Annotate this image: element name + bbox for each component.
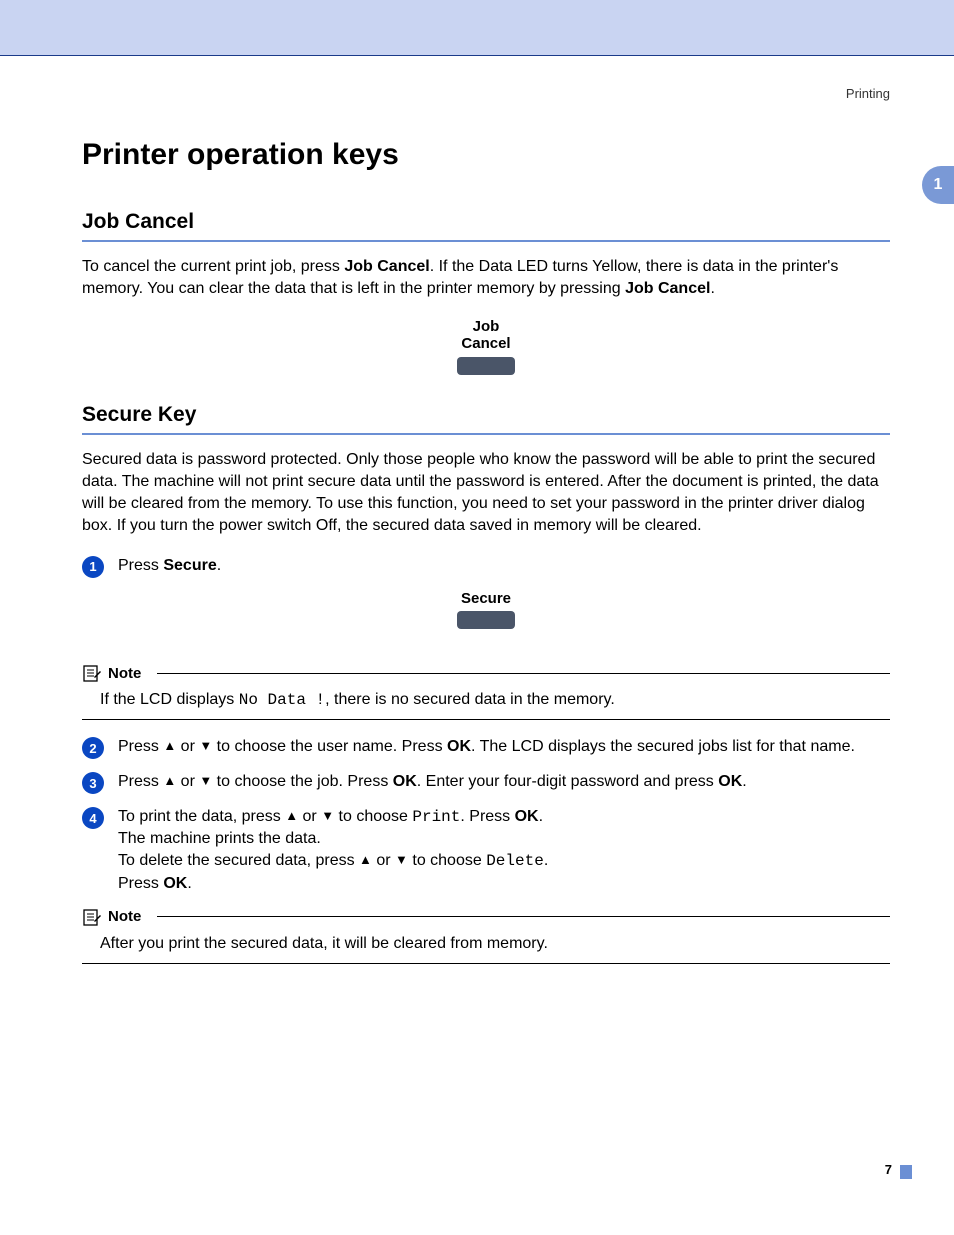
page-content: Printer operation keys Job Cancel To can… <box>0 138 954 964</box>
text-bold: Job Cancel <box>344 258 429 275</box>
step-body: To print the data, press ▲ or ▼ to choos… <box>118 806 890 894</box>
text: to choose <box>334 808 412 825</box>
text: The machine prints the data. <box>118 830 321 847</box>
note-icon <box>82 907 102 927</box>
key-label: Job Cancel <box>82 318 890 353</box>
text: . <box>187 875 191 892</box>
text: . <box>539 808 543 825</box>
note-rule <box>157 916 890 917</box>
text: . Press <box>460 808 514 825</box>
text-bold: OK <box>447 738 471 755</box>
text-bold: OK <box>515 808 539 825</box>
text-bold: Secure <box>163 557 216 574</box>
step-number-badge: 3 <box>82 772 104 794</box>
page-number-accent <box>900 1165 912 1179</box>
page-title: Printer operation keys <box>82 138 890 172</box>
up-arrow-icon: ▲ <box>285 808 298 823</box>
text: . <box>544 852 548 869</box>
down-arrow-icon: ▼ <box>199 738 212 753</box>
text: Press <box>118 773 163 790</box>
heading-job-cancel: Job Cancel <box>82 210 890 234</box>
down-arrow-icon: ▼ <box>395 852 408 867</box>
note-header: Note <box>82 663 890 683</box>
text: . <box>742 773 746 790</box>
step-number-badge: 2 <box>82 737 104 759</box>
section-header-label: Printing <box>846 86 890 101</box>
down-arrow-icon: ▼ <box>321 808 334 823</box>
text: If the LCD displays <box>100 691 239 708</box>
text-bold: OK <box>718 773 742 790</box>
step-1: 1 Press Secure. <box>82 555 890 578</box>
note-block-2: Note After you print the secured data, i… <box>82 907 890 964</box>
text-bold: OK <box>163 875 187 892</box>
text: or <box>176 738 199 755</box>
heading-rule <box>82 240 890 242</box>
step-body: Press ▲ or ▼ to choose the job. Press OK… <box>118 771 890 793</box>
text: Press <box>118 875 163 892</box>
step-2: 2 Press ▲ or ▼ to choose the user name. … <box>82 736 890 759</box>
up-arrow-icon: ▲ <box>359 852 372 867</box>
text-bold: Job Cancel <box>625 280 710 297</box>
text: Press <box>118 557 163 574</box>
text: To print the data, press <box>118 808 285 825</box>
text: . <box>217 557 221 574</box>
text: To delete the secured data, press <box>118 852 359 869</box>
key-button-graphic <box>457 611 515 629</box>
secure-key-figure: Secure <box>82 590 890 629</box>
note-title: Note <box>108 665 141 682</box>
secure-key-intro: Secured data is password protected. Only… <box>82 449 890 537</box>
up-arrow-icon: ▲ <box>163 738 176 753</box>
job-cancel-key-figure: Job Cancel <box>82 318 890 375</box>
key-button-graphic <box>457 357 515 375</box>
header-band <box>0 0 954 56</box>
step-number-badge: 4 <box>82 807 104 829</box>
key-label: Secure <box>82 590 890 607</box>
text: , there is no secured data in the memory… <box>325 691 615 708</box>
note-rule <box>157 673 890 674</box>
step-4: 4 To print the data, press ▲ or ▼ to cho… <box>82 806 890 894</box>
job-cancel-paragraph: To cancel the current print job, press J… <box>82 256 890 300</box>
heading-secure-key: Secure Key <box>82 403 890 427</box>
down-arrow-icon: ▼ <box>199 773 212 788</box>
text: Cancel <box>461 335 510 352</box>
note-title: Note <box>108 908 141 925</box>
note-body: If the LCD displays No Data !, there is … <box>82 683 890 720</box>
step-body: Press Secure. <box>118 555 890 577</box>
step-3: 3 Press ▲ or ▼ to choose the job. Press … <box>82 771 890 794</box>
heading-rule <box>82 433 890 435</box>
text: Press <box>118 738 163 755</box>
text: Job <box>473 318 500 335</box>
page-number: 7 <box>885 1162 892 1177</box>
step-number-badge: 1 <box>82 556 104 578</box>
text-mono: No Data ! <box>239 691 325 709</box>
text: to choose the user name. Press <box>212 738 447 755</box>
text: . Enter your four-digit password and pre… <box>417 773 718 790</box>
chapter-tab: 1 <box>922 166 954 204</box>
text: to choose the job. Press <box>212 773 393 790</box>
text: or <box>298 808 321 825</box>
note-header: Note <box>82 907 890 927</box>
text: . The LCD displays the secured jobs list… <box>471 738 855 755</box>
note-block-1: Note If the LCD displays No Data !, ther… <box>82 663 890 720</box>
note-body: After you print the secured data, it wil… <box>82 927 890 964</box>
text-bold: OK <box>393 773 417 790</box>
text: or <box>372 852 395 869</box>
text: to choose <box>408 852 486 869</box>
note-icon <box>82 663 102 683</box>
text-mono: Print <box>412 808 460 826</box>
text-mono: Delete <box>486 852 544 870</box>
step-body: Press ▲ or ▼ to choose the user name. Pr… <box>118 736 890 758</box>
up-arrow-icon: ▲ <box>163 773 176 788</box>
text: or <box>176 773 199 790</box>
text: To cancel the current print job, press <box>82 258 344 275</box>
text: . <box>710 280 714 297</box>
chapter-tab-number: 1 <box>934 176 943 194</box>
